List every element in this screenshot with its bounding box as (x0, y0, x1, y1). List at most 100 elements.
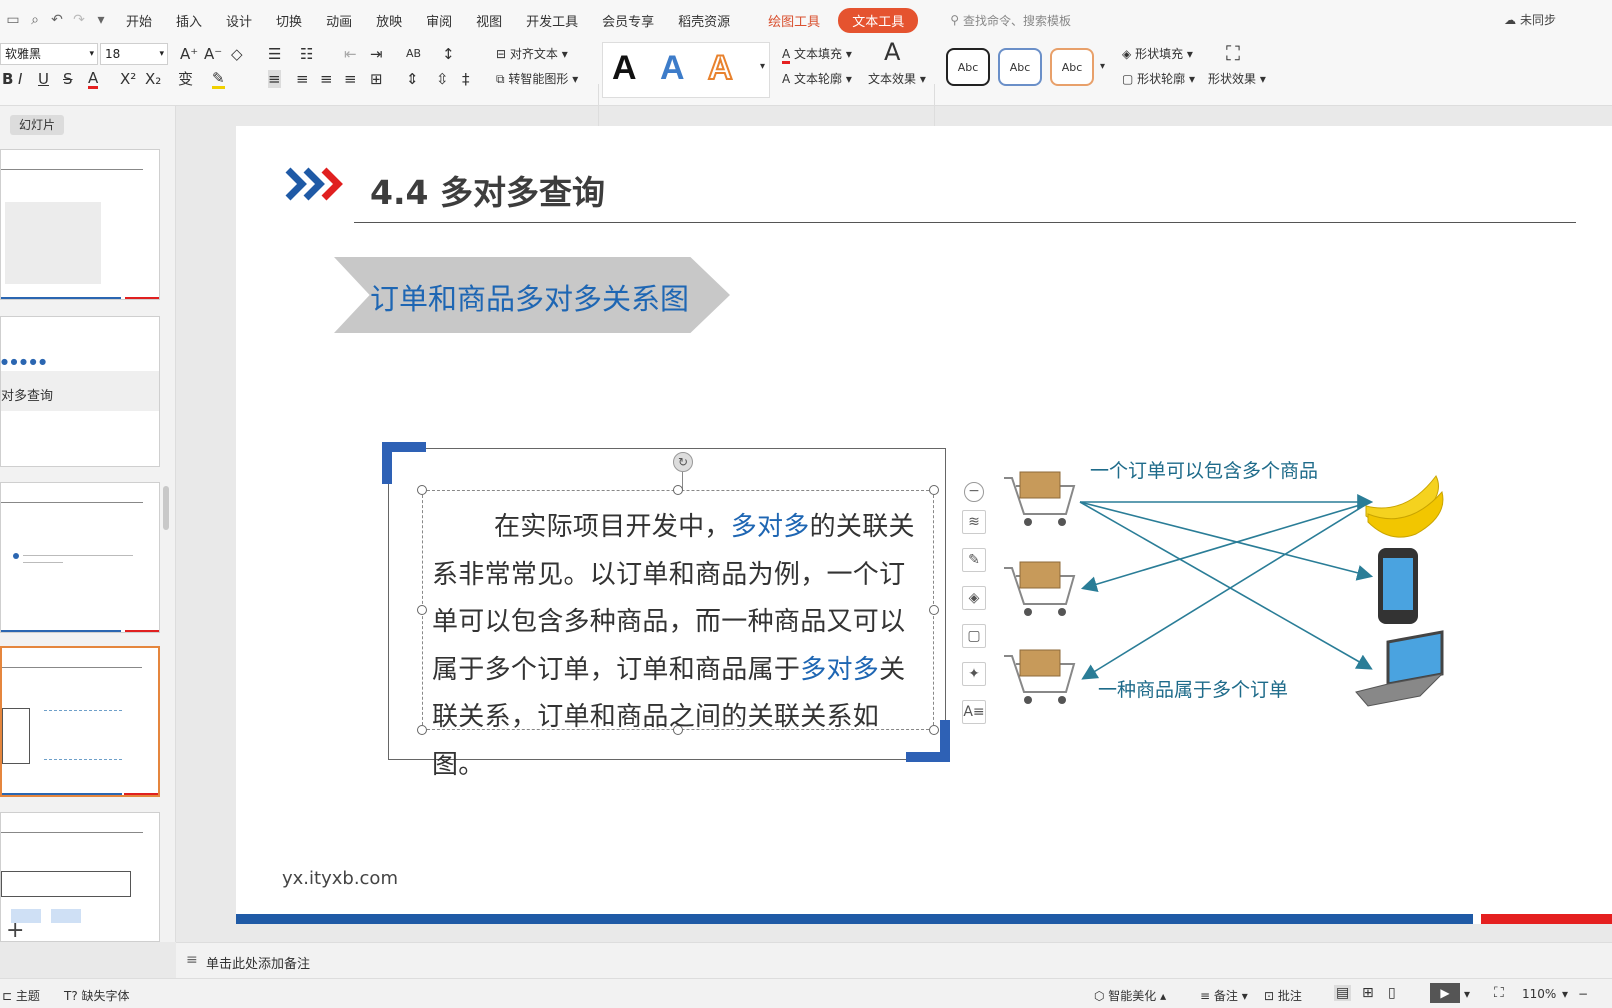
convert-smart-shape-button[interactable]: ⧉ 转智能图形 ▾ (496, 70, 578, 88)
text-fill-button[interactable]: A 文本填充 ▾ (782, 45, 852, 64)
shape-style-black[interactable]: Abc (946, 48, 990, 86)
pen-icon[interactable]: ✎ (962, 548, 986, 572)
tab-design[interactable]: 设计 (226, 11, 252, 30)
gallery-more-icon[interactable]: ▾ (760, 58, 765, 76)
collapse-icon[interactable]: − (964, 482, 984, 502)
underline-icon[interactable]: U (38, 70, 49, 88)
reading-view-icon[interactable]: ▯ (1388, 985, 1396, 1001)
sort-icon[interactable]: ↕ (442, 45, 455, 63)
tab-start[interactable]: 开始 (126, 11, 152, 30)
save-icon[interactable]: ▭ (4, 11, 22, 29)
tab-docer[interactable]: 稻壳资源 (678, 11, 730, 30)
decrease-font-icon[interactable]: A⁻ (204, 45, 222, 63)
phonetic-icon[interactable]: 变 (178, 70, 193, 88)
resize-handle[interactable] (673, 485, 683, 495)
thumbnail-scrollbar[interactable] (163, 486, 169, 530)
text-style-black[interactable]: A (612, 48, 637, 88)
customize-toolbar-icon[interactable]: ▾ (92, 11, 110, 29)
layers-icon[interactable]: ≋ (962, 510, 986, 534)
resize-handle[interactable] (929, 725, 939, 735)
tab-transition[interactable]: 切换 (276, 11, 302, 30)
justify-icon[interactable]: ≡ (344, 70, 357, 88)
missing-font-button[interactable]: T? 缺失字体 (64, 987, 130, 1004)
shape-outline-button[interactable]: ▢ 形状轮廓 ▾ (1122, 70, 1195, 88)
rotate-handle-icon[interactable]: ↻ (673, 452, 693, 472)
notes-bar[interactable]: ≡ 单击此处添加备注 (176, 942, 1612, 978)
bold-icon[interactable]: B (2, 70, 13, 88)
font-name-select[interactable]: 软雅黑 ▾ (0, 43, 98, 65)
text-effect-button[interactable]: 文本效果 ▾ (868, 70, 926, 88)
text-outline-button[interactable]: A 文本轮廓 ▾ (782, 70, 852, 88)
align-text-button[interactable]: ⊟ 对齐文本 ▾ (496, 45, 568, 63)
slide-thumbnail-selected[interactable] (0, 646, 160, 797)
slide-canvas[interactable]: 4.4 多对多查询 订单和商品多对多关系图 ↻ 在实际项目开发中，多对多的关联关… (236, 126, 1612, 924)
tab-view[interactable]: 视图 (476, 11, 502, 30)
fit-window-icon[interactable]: ⛶ (1494, 985, 1504, 1001)
slides-view-button[interactable]: 幻灯片 (10, 115, 64, 135)
normal-view-icon[interactable]: ▤ (1334, 985, 1352, 1001)
align-right-icon[interactable]: ≡ (320, 70, 333, 88)
diagram-label-top[interactable]: 一个订单可以包含多个商品 (1090, 456, 1318, 483)
banner-text[interactable]: 订单和商品多对多关系图 (370, 276, 689, 318)
fill-icon[interactable]: ◈ (962, 586, 986, 610)
text-style-orange-outline[interactable]: A (707, 48, 734, 88)
italic-icon[interactable]: I (18, 70, 22, 88)
shape-style-orange[interactable]: Abc (1050, 48, 1094, 86)
footer-url[interactable]: yx.ityxb.com (282, 868, 398, 889)
sorter-view-icon[interactable]: ⊞ (1362, 985, 1374, 1001)
diagram-label-bottom[interactable]: 一种商品属于多个订单 (1098, 675, 1288, 702)
text-direction-icon[interactable]: AB (406, 45, 421, 63)
align-left-icon[interactable]: ≡ (268, 70, 281, 88)
text-effect-icon[interactable]: A (884, 40, 900, 64)
notes-toggle-button[interactable]: ≡ 备注 ▾ (1200, 987, 1248, 1004)
paragraph-spacing-icon[interactable]: ⇳ (436, 70, 449, 88)
resize-handle[interactable] (417, 485, 427, 495)
clear-format-icon[interactable]: ◇ (231, 45, 243, 63)
tab-insert[interactable]: 插入 (176, 11, 202, 30)
font-color-icon[interactable]: A (88, 70, 99, 89)
body-text[interactable]: 在实际项目开发中，多对多的关联关系非常常见。以订单和商品为例，一个订单可以包含多… (432, 504, 920, 789)
font-size-select[interactable]: 18 ▾ (100, 43, 168, 65)
shape-effect-icon[interactable]: ⛶ (1226, 43, 1240, 63)
increase-font-icon[interactable]: A⁺ (180, 45, 198, 63)
shape-style-blue[interactable]: Abc (998, 48, 1042, 86)
bullet-list-icon[interactable]: ☰ (268, 45, 281, 63)
add-slide-icon[interactable]: + (6, 918, 24, 943)
command-search[interactable]: ⚲ 查找命令、搜索模板 (950, 12, 1071, 29)
tab-slideshow[interactable]: 放映 (376, 11, 402, 30)
increase-indent-icon[interactable]: ⇥ (370, 45, 383, 63)
slide-thumbnail[interactable] (0, 482, 160, 633)
play-options-icon[interactable]: ▾ (1464, 987, 1470, 1001)
undo-icon[interactable]: ↶ (48, 11, 66, 29)
resize-handle[interactable] (929, 485, 939, 495)
idea-icon[interactable]: ✦ (962, 662, 986, 686)
text-edit-icon[interactable]: A≡ (962, 700, 986, 724)
slide-thumbnail[interactable] (0, 149, 160, 300)
shape-gallery-more-icon[interactable]: ▾ (1100, 58, 1105, 76)
text-style-blue[interactable]: A (660, 48, 685, 88)
resize-handle[interactable] (417, 725, 427, 735)
smart-beautify-button[interactable]: ⬡ 智能美化 ▴ (1094, 987, 1166, 1004)
superscript-icon[interactable]: X² (120, 70, 136, 88)
decrease-indent-icon[interactable]: ⇤ (344, 45, 357, 63)
tab-developer[interactable]: 开发工具 (526, 11, 578, 30)
tab-review[interactable]: 审阅 (426, 11, 452, 30)
zoom-options-icon[interactable]: ▾ (1562, 987, 1568, 1001)
shape-effect-button[interactable]: 形状效果 ▾ (1208, 70, 1266, 88)
print-preview-icon[interactable]: ⌕ (26, 11, 44, 29)
numbered-list-icon[interactable]: ☷ (300, 45, 313, 63)
slide-thumbnail[interactable]: ● ● ● ● ● 对多查询 (0, 316, 160, 467)
section-title[interactable]: 4.4 多对多查询 (370, 166, 605, 214)
tab-member[interactable]: 会员专享 (602, 11, 654, 30)
tab-text-tools[interactable]: 文本工具 (838, 7, 919, 33)
zoom-out-icon[interactable]: − (1578, 987, 1588, 1001)
spacing-options-icon[interactable]: ‡ (462, 70, 470, 88)
resize-handle[interactable] (929, 605, 939, 615)
shape-fill-button[interactable]: ◈ 形状填充 ▾ (1122, 45, 1193, 63)
align-center-icon[interactable]: ≡ (296, 70, 309, 88)
redo-icon[interactable]: ↷ (70, 11, 88, 29)
play-slideshow-icon[interactable]: ▶ (1430, 983, 1460, 1003)
resize-handle[interactable] (417, 605, 427, 615)
sync-status[interactable]: ☁ 未同步 (1504, 11, 1556, 28)
subscript-icon[interactable]: X₂ (145, 70, 161, 88)
